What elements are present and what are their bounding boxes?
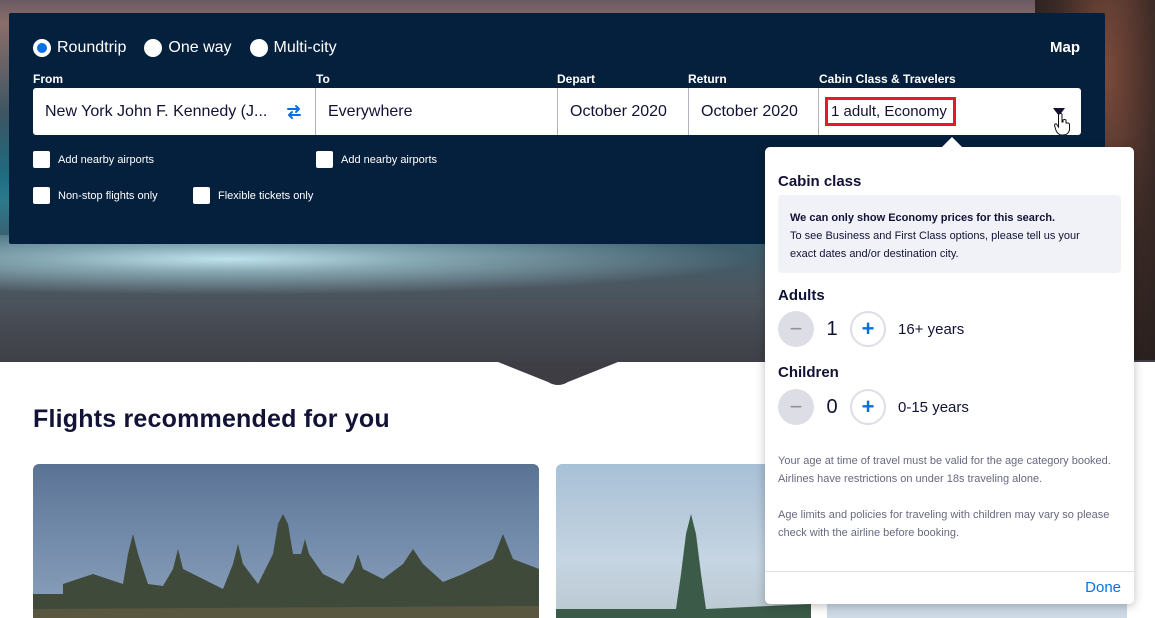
trip-type-label: Multi-city: [273, 39, 337, 56]
adults-age-note: 16+ years: [898, 320, 965, 338]
children-decrease-button[interactable]: −: [778, 389, 814, 425]
from-field[interactable]: New York John F. Kennedy (J...: [33, 88, 316, 135]
from-value: New York John F. Kennedy (J...: [45, 102, 268, 120]
cabin-value: 1 adult, Economy: [825, 97, 956, 126]
info-text: To see Business and First Class options,…: [790, 230, 1080, 260]
from-label: From: [33, 72, 63, 86]
trip-type-label: One way: [168, 39, 232, 56]
checkbox-icon[interactable]: [33, 187, 50, 204]
adults-count: 1: [826, 317, 838, 340]
trip-type-label: Roundtrip: [57, 39, 127, 56]
hero-notch: [498, 362, 618, 385]
to-label: To: [316, 72, 330, 86]
checkbox-label: Non-stop flights only: [58, 189, 158, 202]
trip-type-multi-city[interactable]: Multi-city: [249, 39, 337, 57]
children-age-note: 0-15 years: [898, 398, 969, 416]
nearby-airports-from[interactable]: Add nearby airports: [33, 151, 154, 168]
cabin-travelers-field[interactable]: 1 adult, Economy: [819, 88, 1081, 135]
trip-type-roundtrip[interactable]: Roundtrip: [33, 39, 126, 57]
radio-checked-icon[interactable]: [33, 39, 51, 57]
recommendations-title: Flights recommended for you: [33, 405, 390, 433]
adults-stepper: − 1 + 16+ years: [778, 311, 964, 347]
economy-info-box: We can only show Economy prices for this…: [778, 195, 1121, 273]
popover-divider: [765, 571, 1134, 572]
depart-label: Depart: [557, 72, 596, 86]
checkbox-label: Add nearby airports: [58, 153, 154, 166]
children-increase-button[interactable]: +: [850, 389, 886, 425]
return-label: Return: [688, 72, 727, 86]
cabin-travelers-popover: Cabin class We can only show Economy pri…: [765, 137, 1134, 604]
children-count: 0: [826, 395, 838, 418]
age-policy-note: Age limits and policies for traveling wi…: [778, 509, 1110, 539]
search-fields: New York John F. Kennedy (J... Everywher…: [33, 88, 1081, 135]
children-heading: Children: [778, 364, 839, 381]
map-link[interactable]: Map: [1050, 39, 1080, 56]
checkbox-icon[interactable]: [193, 187, 210, 204]
trip-type-one-way[interactable]: One way: [144, 39, 232, 57]
depart-value: October 2020: [570, 102, 667, 120]
recommendation-card[interactable]: [33, 464, 539, 618]
depart-field[interactable]: October 2020: [558, 88, 689, 135]
trip-type-group: Roundtrip One way Multi-city: [33, 39, 337, 57]
return-value: October 2020: [701, 102, 798, 120]
hand-cursor-icon: [1053, 113, 1070, 135]
info-bold-text: We can only show Economy prices for this…: [790, 212, 1056, 224]
city-skyline-image: [33, 514, 539, 618]
checkbox-label: Flexible tickets only: [218, 189, 314, 202]
adults-increase-button[interactable]: +: [850, 311, 886, 347]
to-value: Everywhere: [328, 102, 413, 120]
return-field[interactable]: October 2020: [689, 88, 819, 135]
cabin-class-heading: Cabin class: [778, 173, 862, 190]
radio-icon[interactable]: [249, 39, 268, 57]
radio-icon[interactable]: [144, 39, 163, 57]
done-button[interactable]: Done: [1085, 579, 1121, 596]
checkbox-icon[interactable]: [316, 151, 333, 168]
nearby-airports-to[interactable]: Add nearby airports: [316, 151, 437, 168]
adults-decrease-button[interactable]: −: [778, 311, 814, 347]
adults-heading: Adults: [778, 287, 825, 304]
checkbox-icon[interactable]: [33, 151, 50, 168]
swap-icon[interactable]: [285, 103, 303, 121]
flexible-tickets[interactable]: Flexible tickets only: [193, 187, 313, 204]
checkbox-label: Add nearby airports: [341, 153, 437, 166]
children-stepper: − 0 + 0-15 years: [778, 389, 969, 425]
cabin-label: Cabin Class & Travelers: [819, 72, 956, 86]
hero-wave: [0, 235, 760, 295]
non-stop-flights[interactable]: Non-stop flights only: [33, 187, 158, 204]
age-validity-note: Your age at time of travel must be valid…: [778, 455, 1111, 485]
to-field[interactable]: Everywhere: [316, 88, 558, 135]
